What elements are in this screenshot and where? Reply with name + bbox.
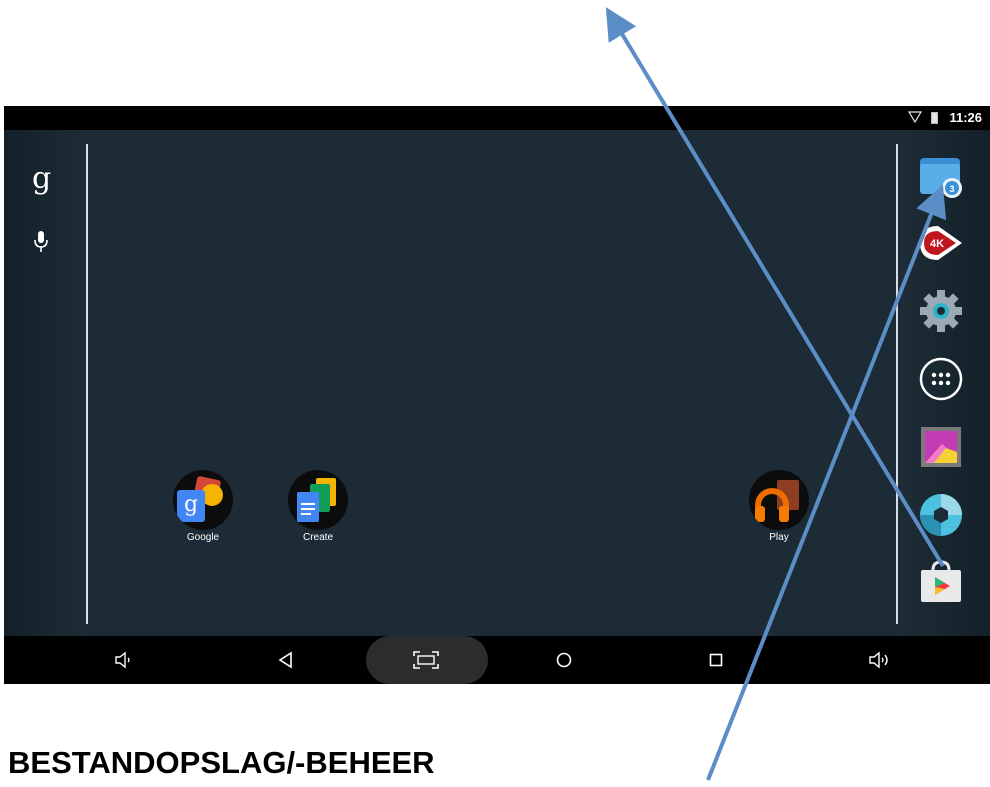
search-panel: g: [4, 130, 86, 636]
camera-aperture-icon[interactable]: [916, 490, 966, 540]
app-drawer-icon[interactable]: [916, 354, 966, 404]
status-time: 11:26: [949, 110, 982, 125]
back-icon: [278, 651, 292, 669]
recents-icon: [709, 653, 723, 667]
panel-divider-right: [896, 144, 898, 624]
google-folder-icon: g: [173, 470, 233, 530]
play-store-icon[interactable]: [916, 556, 966, 606]
app-label: Play: [769, 532, 789, 543]
app-label: Create: [302, 532, 333, 543]
4k-label: 4K: [930, 238, 944, 250]
battery-icon: [931, 112, 938, 124]
screenshot-icon: [413, 651, 439, 669]
wifi-icon: [908, 111, 922, 123]
tablet-screen: 11:26 g g Google Create Play 3 4K: [4, 106, 990, 684]
file-manager-icon[interactable]: 3: [916, 152, 966, 202]
app-folder-play[interactable]: Play: [729, 470, 829, 543]
home-icon: [556, 652, 572, 668]
volume-down-icon: [115, 651, 130, 669]
caption-heading: BESTANDOPSLAG/-BEHEER: [8, 745, 435, 780]
recents-button[interactable]: [696, 636, 736, 684]
4k-player-icon[interactable]: 4K: [916, 218, 966, 268]
gallery-icon[interactable]: [916, 422, 966, 472]
volume-up-icon: [869, 651, 888, 669]
settings-gear-icon[interactable]: [916, 286, 966, 336]
volume-down-button[interactable]: [104, 636, 144, 684]
play-music-folder-icon: [749, 470, 809, 530]
google-search-button[interactable]: g: [32, 164, 51, 194]
screenshot-button[interactable]: [406, 636, 446, 684]
home-button[interactable]: [544, 636, 584, 684]
navigation-bar: [4, 636, 990, 684]
back-button[interactable]: [266, 636, 306, 684]
docs-folder-icon: [288, 470, 348, 530]
volume-up-button[interactable]: [860, 636, 900, 684]
status-bar: 11:26: [4, 106, 990, 130]
app-folder-create[interactable]: Create: [268, 470, 368, 543]
panel-divider-left: [86, 144, 88, 624]
app-folder-google[interactable]: g Google: [153, 470, 253, 543]
microphone-icon[interactable]: [33, 230, 49, 254]
app-label: Google: [186, 532, 220, 543]
svg-text:3: 3: [949, 184, 954, 194]
